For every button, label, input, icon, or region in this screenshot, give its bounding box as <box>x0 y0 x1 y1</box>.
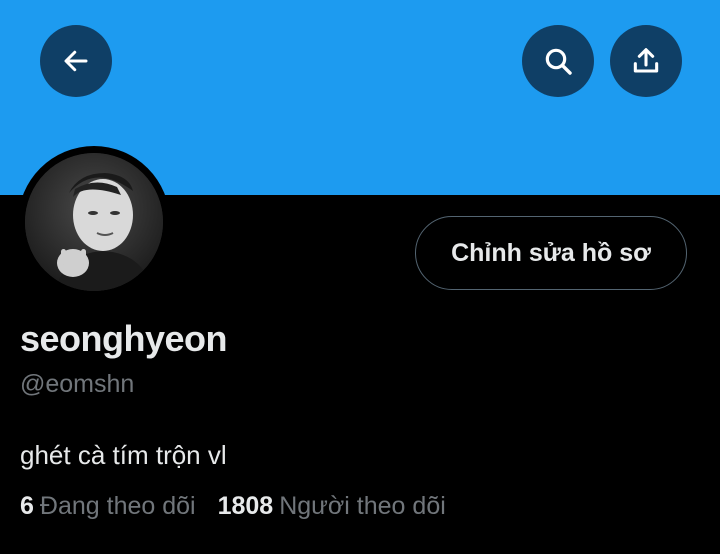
profile-bio: ghét cà tím trộn vl <box>20 440 227 470</box>
following-label: Đang theo dõi <box>39 492 196 520</box>
following-link[interactable]: 6 Đang theo dõi <box>20 490 196 522</box>
share-button[interactable] <box>610 25 682 97</box>
following-count: 6 <box>20 492 34 520</box>
avatar[interactable] <box>18 146 170 298</box>
search-icon <box>542 45 574 77</box>
user-handle: @eomshn <box>20 370 135 398</box>
share-upload-icon <box>630 45 662 77</box>
followers-link[interactable]: 1808 Người theo dõi <box>218 490 446 522</box>
avatar-photo <box>25 153 163 291</box>
arrow-left-icon <box>61 46 91 76</box>
profile-stats: 6 Đang theo dõi 1808 Người theo dõi <box>20 490 446 522</box>
profile-page: Chỉnh sửa hồ sơ seonghyeon @eomshn ghét … <box>0 0 720 554</box>
search-button[interactable] <box>522 25 594 97</box>
edit-profile-label: Chỉnh sửa hồ sơ <box>451 238 651 267</box>
display-name: seonghyeon <box>20 318 228 359</box>
edit-profile-button[interactable]: Chỉnh sửa hồ sơ <box>415 216 687 290</box>
back-button[interactable] <box>40 25 112 97</box>
followers-label: Người theo dõi <box>279 492 446 520</box>
followers-count: 1808 <box>217 492 274 520</box>
